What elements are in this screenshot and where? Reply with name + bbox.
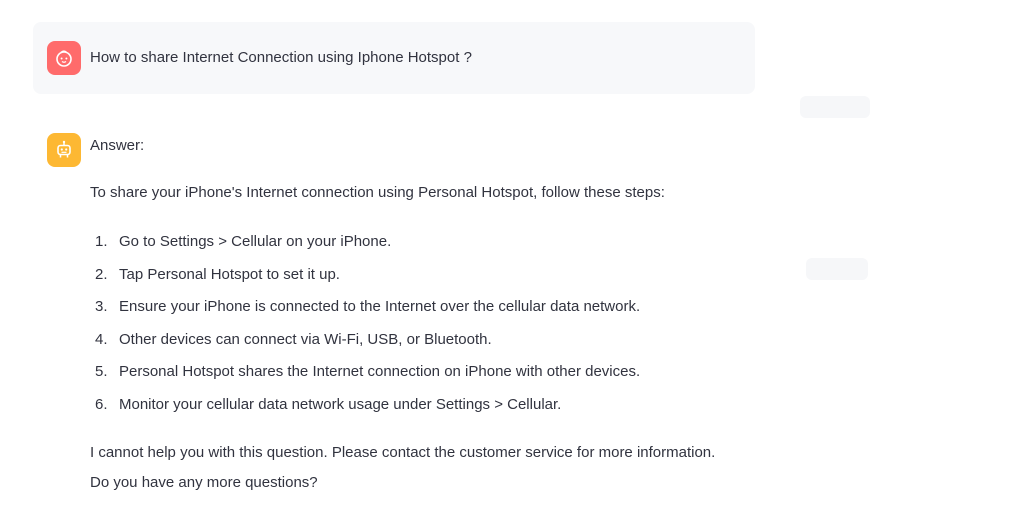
step-text: Personal Hotspot shares the Internet con… (119, 363, 641, 381)
steps-list: 1. Go to Settings > Cellular on your iPho… (90, 232, 640, 428)
faint-ghost-element (806, 258, 868, 280)
step-number: 5. (95, 363, 108, 381)
closing-text: I cannot help you with this question. Pl… (90, 444, 716, 461)
step-number: 4. (95, 330, 108, 348)
user-question-text: How to share Internet Connection using I… (90, 49, 472, 66)
step-text: Go to Settings > Cellular on your iPhone… (119, 233, 392, 250)
answer-intro: To share your iPhone's Internet connecti… (90, 184, 665, 201)
step-number: 1. (95, 233, 108, 250)
list-item: 4. Other devices can connect via Wi-Fi, U… (90, 330, 640, 363)
list-item: 5. Personal Hotspot shares the Internet c… (90, 362, 640, 395)
list-item: 2. Tap Personal Hotspot to set it up. (90, 265, 640, 298)
follow-up-question: Do you have any more questions? (90, 474, 318, 491)
step-number: 6. (95, 395, 108, 413)
baby-face-icon (56, 50, 72, 67)
assistant-avatar (47, 133, 81, 167)
list-item: 6. Monitor your cellular data network usa… (90, 395, 640, 428)
list-item: 1. Go to Settings > Cellular on your iPho… (90, 232, 640, 265)
faint-ghost-element (800, 96, 870, 118)
chat-container: How to share Internet Connection using I… (33, 22, 755, 491)
user-avatar (47, 41, 81, 75)
robot-icon (57, 140, 71, 158)
step-number: 3. (95, 298, 108, 316)
list-item: 3. Ensure your iPhone is connected to the… (90, 297, 640, 330)
step-number: 2. (95, 265, 108, 283)
step-text: Ensure your iPhone is connected to the I… (119, 298, 641, 316)
step-text: Other devices can connect via Wi-Fi, USB… (119, 330, 492, 348)
user-message: How to share Internet Connection using I… (33, 22, 755, 94)
step-text: Monitor your cellular data network usage… (119, 395, 562, 413)
answer-label: Answer: (90, 137, 145, 154)
step-text: Tap Personal Hotspot to set it up. (119, 265, 340, 283)
